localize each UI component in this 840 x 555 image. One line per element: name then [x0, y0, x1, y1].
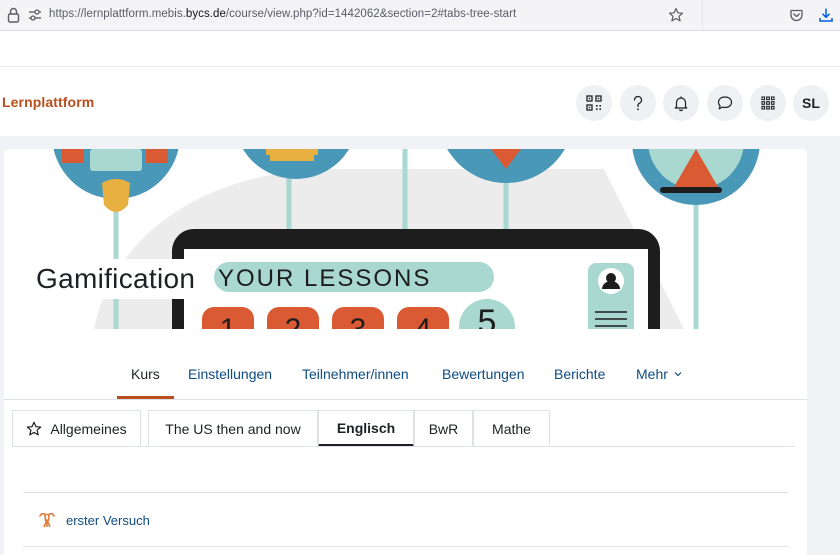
nav-item-teilnehmer[interactable]: Teilnehmer/innen: [302, 366, 409, 382]
section-divider-bottom: [23, 546, 788, 547]
activity-link[interactable]: erster Versuch: [66, 513, 150, 528]
tab-allgemeines-label: Allgemeines: [50, 420, 127, 437]
site-brand-link[interactable]: Lernplattform: [2, 94, 94, 110]
top-navbar: Lernplattform SL: [0, 66, 840, 136]
chevron-down-icon: [674, 372, 682, 377]
nav-item-mehr-label: Mehr: [636, 366, 668, 382]
banner-illustration: YOUR LESSONS 1 2 3 4 5: [4, 149, 807, 329]
app-grid-button[interactable]: [750, 85, 786, 121]
qr-code-icon: [586, 95, 602, 111]
banner-number-4: 4: [415, 313, 432, 329]
active-nav-indicator: [117, 396, 174, 399]
nav-item-berichte[interactable]: Berichte: [554, 366, 605, 382]
nav-item-einstellungen[interactable]: Einstellungen: [188, 366, 272, 382]
course-secondary-nav: Kurs Einstellungen Teilnehmer/innen Bewe…: [4, 353, 807, 400]
tab-englisch[interactable]: Englisch: [318, 410, 414, 447]
qr-code-button[interactable]: [576, 85, 612, 121]
browser-address-bar: https://lernplattform.mebis.bycs.de/cour…: [0, 0, 840, 31]
nav-item-mehr[interactable]: Mehr: [636, 366, 682, 382]
grid-icon: [761, 96, 775, 110]
banner-number-1: 1: [220, 313, 237, 329]
messages-button[interactable]: [707, 85, 743, 121]
question-mark-icon: [633, 95, 643, 111]
tab-allgemeines[interactable]: Allgemeines: [12, 410, 141, 447]
course-content-card: YOUR LESSONS 1 2 3 4 5 Gamification Kurs…: [4, 149, 807, 555]
section-divider-top: [23, 492, 788, 493]
banner-number-2: 2: [285, 313, 302, 329]
bookmark-star-icon[interactable]: [668, 7, 684, 23]
activity-game-icon: [39, 512, 55, 528]
banner-number-3: 3: [350, 313, 367, 329]
chat-bubble-icon: [717, 96, 733, 110]
user-avatar-button[interactable]: SL: [793, 85, 829, 121]
course-title: Gamification: [32, 259, 202, 299]
bell-icon: [674, 96, 688, 112]
nav-item-bewertungen[interactable]: Bewertungen: [442, 366, 525, 382]
banner-lessons-text: YOUR LESSONS: [218, 265, 431, 292]
download-icon[interactable]: [818, 7, 834, 23]
tab-the-us-then-and-now[interactable]: The US then and now: [148, 410, 318, 447]
lock-icon[interactable]: [7, 7, 20, 23]
permissions-icon[interactable]: [28, 9, 42, 21]
star-icon: [27, 421, 42, 435]
help-button[interactable]: [620, 85, 656, 121]
url-field[interactable]: https://lernplattform.mebis.bycs.de/cour…: [49, 8, 516, 20]
banner-number-5: 5: [478, 303, 497, 329]
pocket-icon[interactable]: [789, 8, 804, 23]
toolbar-divider: [702, 0, 703, 31]
tab-mathe[interactable]: Mathe: [473, 410, 550, 447]
nav-item-kurs[interactable]: Kurs: [131, 366, 160, 382]
notifications-button[interactable]: [663, 85, 699, 121]
tab-bwr[interactable]: BwR: [414, 410, 473, 447]
tabs-divider: [12, 446, 795, 447]
course-banner-image: YOUR LESSONS 1 2 3 4 5: [4, 149, 807, 329]
